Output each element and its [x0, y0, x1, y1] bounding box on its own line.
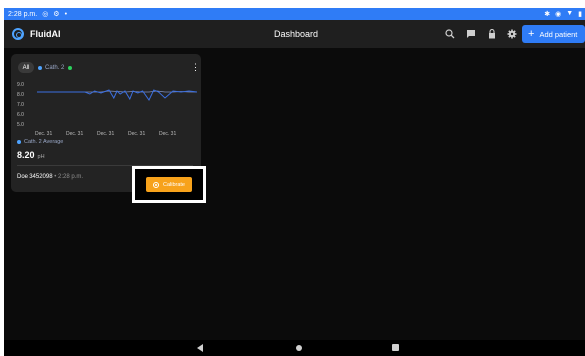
app-name: FluidAI: [30, 29, 61, 39]
patient-time: • 2:28 p.m.: [52, 174, 84, 180]
reading-value: 8.20: [17, 150, 35, 160]
more-options-icon[interactable]: ⋮: [191, 62, 200, 73]
series-line-cath-2-average: [37, 89, 198, 101]
status-dot-icon: [68, 65, 73, 70]
y-tick-label: 5.0: [17, 122, 24, 128]
x-tick-label: Dec. 31: [159, 131, 176, 137]
x-tick-label: Dec. 31: [66, 131, 83, 137]
gear-icon[interactable]: [506, 28, 518, 40]
plus-icon: +: [528, 27, 535, 40]
cath-dot-icon: [38, 65, 42, 70]
location-icon: ◉: [555, 11, 562, 18]
lock-icon[interactable]: [486, 28, 498, 40]
chart-legend: Cath. 2 Average: [17, 139, 63, 145]
ph-reading: 8.20 pH: [17, 150, 45, 160]
page-title: Dashboard: [274, 29, 319, 39]
calibrate-label: Calibrate: [162, 181, 185, 188]
calibrate-button[interactable]: Calibrate: [146, 177, 192, 192]
legend-label: Cath. 2 Average: [24, 139, 64, 145]
app-bar: FluidAI Dashboard + Add patient: [4, 20, 585, 48]
dashboard-area: All Cath. 2 ⋮ 9.0 8.0 7.0 6.0 5.0 Dec. 31 Dec…: [4, 48, 585, 340]
add-patient-button[interactable]: + Add patient: [522, 25, 585, 43]
status-time: 2:28 p.m.: [8, 10, 38, 18]
wifi-icon: ▼: [566, 10, 574, 17]
android-nav-bar: [4, 340, 585, 356]
home-icon[interactable]: [296, 345, 302, 351]
patient-info: Doe 3452098 • 2:28 p.m.: [17, 174, 83, 180]
fluidai-logo-icon: [12, 28, 24, 40]
y-tick-label: 7.0: [17, 102, 24, 108]
filter-all-chip[interactable]: All: [18, 62, 34, 73]
message-icon[interactable]: [465, 28, 477, 40]
legend-dot-icon: [17, 140, 21, 144]
reading-unit: pH: [37, 154, 45, 160]
patient-card[interactable]: All Cath. 2 ⋮ 9.0 8.0 7.0 6.0 5.0 Dec. 31 Dec…: [11, 54, 206, 203]
search-icon[interactable]: [444, 28, 456, 40]
settings-icon: ⚙: [53, 11, 60, 18]
battery-icon: ▮: [578, 11, 582, 18]
filter-cath-label: Cath. 2: [45, 64, 65, 71]
sync-icon: ◎: [42, 11, 49, 18]
status-bar: 2:28 p.m. ◎ ⚙ • ✱ ◉ ▼ ▮: [4, 8, 585, 20]
y-tick-label: 9.0: [17, 82, 24, 88]
x-tick-label: Dec. 31: [35, 131, 52, 137]
recent-apps-icon[interactable]: [392, 344, 399, 351]
patient-id: Doe 3452098: [17, 174, 53, 180]
x-tick-label: Dec. 31: [128, 131, 145, 137]
y-tick-label: 8.0: [17, 92, 24, 98]
calibrate-icon: [152, 181, 159, 188]
y-tick-label: 6.0: [17, 112, 24, 118]
bluetooth-icon: ✱: [544, 11, 551, 18]
add-patient-label: Add patient: [539, 29, 578, 39]
ph-chart: 9.0 8.0 7.0 6.0 5.0 Dec. 31 Dec. 31 Dec. 31 Dec…: [17, 82, 198, 137]
dot-icon: •: [64, 10, 68, 18]
x-tick-label: Dec. 31: [97, 131, 114, 137]
filter-cath-chip[interactable]: Cath. 2: [38, 62, 73, 73]
calibrate-highlight: Calibrate: [132, 166, 206, 203]
back-icon[interactable]: [197, 344, 203, 352]
